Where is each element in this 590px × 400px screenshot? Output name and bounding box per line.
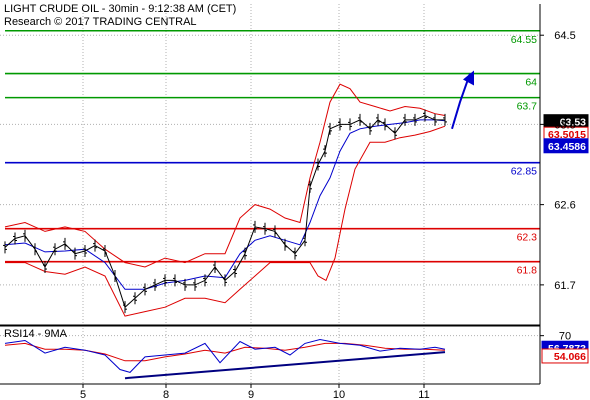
rsi-y-tick-label: 70	[559, 331, 571, 343]
rsi-panel: 56.787354.066	[0, 325, 589, 380]
x-tick-label: 5	[80, 389, 86, 400]
x-tick-label: 8	[163, 389, 169, 400]
upper-band	[4, 83, 446, 268]
level-label: 64.55	[511, 34, 537, 46]
level-label: 61.8	[517, 265, 538, 277]
chart-title: LIGHT CRUDE OIL - 30min - 9:12:38 AM (CE…	[4, 3, 236, 15]
x-tick-label: 9	[248, 389, 254, 400]
level-label: 62.3	[517, 232, 538, 244]
rsi-line	[4, 338, 446, 373]
lower-band	[5, 125, 446, 317]
levels: 64.55 64 63.7 62.85 62.3 61.8	[5, 29, 540, 277]
grid	[0, 4, 540, 384]
chart-root: 64.556463.762.8562.361.8 56.787354.066 6…	[0, 0, 590, 400]
y-tick-label: 63.5	[554, 119, 575, 131]
axes: 63.5363.501563.458664.563.562.661.7705 8 9…	[0, 4, 589, 400]
forecast-arrow	[451, 70, 474, 130]
y-tick-label: 64.5	[554, 30, 575, 42]
level-label: 64	[525, 77, 537, 89]
price-series	[3, 109, 447, 314]
level-label: 63.7	[517, 101, 538, 113]
x-tick-label: 11	[418, 389, 429, 400]
level-label: 62.85	[511, 166, 537, 178]
y-tick-label: 62.6	[554, 200, 575, 212]
price-tag-label: 63.4586	[548, 141, 586, 153]
rsi-label: RSI14 - 9MA	[4, 328, 68, 340]
rsi-tag-label: 54.066	[554, 351, 586, 363]
chart-svg: 64.556463.762.8562.361.8 56.787354.066 6…	[0, 3, 589, 400]
chart-subtitle: Research © 2017 TRADING CENTRAL	[4, 16, 197, 28]
x-tick-label: 10	[333, 389, 345, 400]
y-tick-label: 61.7	[554, 280, 575, 292]
